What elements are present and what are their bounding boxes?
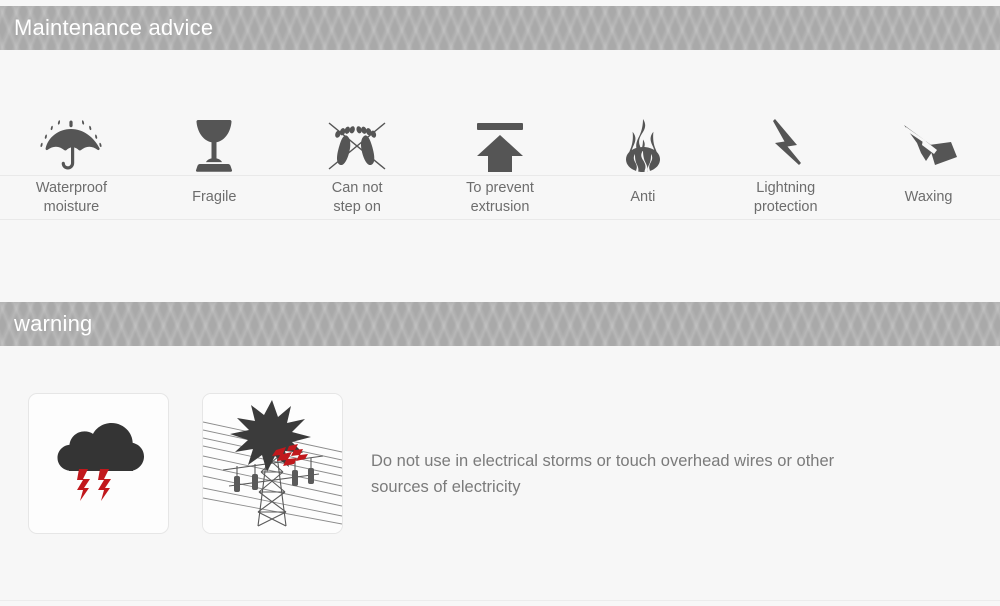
maintenance-label-waterproof: Waterproof moisture <box>35 180 108 215</box>
maintenance-label-fragile: Fragile <box>192 189 237 206</box>
power-transmission-tower-image <box>203 394 342 533</box>
maintenance-icon-strip: Waterproof moisture Fragile Can not step o… <box>0 50 1000 302</box>
maintenance-label-anti: Anti <box>630 189 656 206</box>
maintenance-label-waxing: Waxing <box>904 189 953 206</box>
warning-content-row: Do not use in electrical storms or touch… <box>28 393 891 534</box>
maintenance-label-row: Waterproof moisture Fragile Can not step o… <box>0 176 1000 219</box>
warning-body: Do not use in electrical storms or touch… <box>0 346 1000 596</box>
umbrella-rain-icon <box>35 105 107 175</box>
maintenance-warning-page: Maintenance advice Waterproof moisture F… <box>0 0 1000 606</box>
power-tower-card <box>202 393 343 534</box>
maintenance-label-cannot-step-on: Can not step on <box>331 180 383 215</box>
lightning-bolt-icon <box>761 105 811 175</box>
wax-brush-icon <box>898 105 960 175</box>
label-rule-bottom <box>0 219 1000 220</box>
up-arrow-under-bar-icon <box>469 105 531 175</box>
wine-goblet-icon <box>192 105 236 175</box>
storm-cloud-card <box>28 393 169 534</box>
storm-cloud-lightning-image <box>44 409 154 519</box>
section-header-maintenance: Maintenance advice <box>0 6 1000 50</box>
page-bottom-divider <box>0 600 1000 601</box>
section-title-maintenance: Maintenance advice <box>14 15 214 40</box>
flame-icon <box>620 105 666 175</box>
warning-description-text: Do not use in electrical storms or touch… <box>371 452 835 496</box>
section-header-warning: warning <box>0 302 1000 346</box>
maintenance-label-lightning-protection: Lightning protection <box>753 180 818 215</box>
section-title-warning: warning <box>14 311 93 336</box>
no-step-footprints-icon <box>324 105 390 175</box>
maintenance-label-prevent-extrusion: To prevent extrusion <box>466 180 534 215</box>
